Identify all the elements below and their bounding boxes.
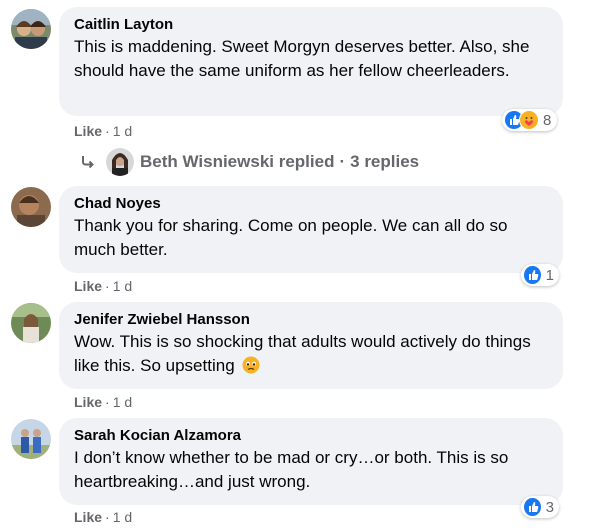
comment-bubble: Sarah Kocian Alzamora I don’t know wheth… <box>59 418 563 505</box>
like-link[interactable]: Like <box>74 509 102 525</box>
comment-bubble: Chad Noyes Thank you for sharing. Come o… <box>59 186 563 273</box>
like-link[interactable]: Like <box>74 123 102 139</box>
reply-count: 3 replies <box>350 152 420 171</box>
like-link[interactable]: Like <box>74 394 102 410</box>
like-link[interactable]: Like <box>74 278 102 294</box>
like-reaction-icon <box>523 265 542 285</box>
comment-author[interactable]: Jenifer Zwiebel Hansson <box>74 310 549 330</box>
comment-item: Caitlin Layton This is maddening. Sweet … <box>0 0 598 180</box>
comment-text: This is maddening. Sweet Morgyn deserves… <box>74 37 530 80</box>
reply-arrow-icon <box>82 156 94 169</box>
comment-author[interactable]: Sarah Kocian Alzamora <box>74 426 549 446</box>
comment-timestamp[interactable]: 1 d <box>113 123 132 139</box>
comment-item: Sarah Kocian Alzamora I don’t know wheth… <box>0 418 598 528</box>
avatar[interactable] <box>11 303 51 343</box>
comment-bubble: Jenifer Zwiebel Hansson Wow. This is so … <box>59 302 563 389</box>
avatar[interactable] <box>11 419 51 459</box>
comment-text: I don’t know whether to be mad or cry…or… <box>74 448 509 491</box>
comment-actions: Like · 1 d <box>74 394 133 410</box>
comment-author[interactable]: Chad Noyes <box>74 194 549 214</box>
comment-text: Wow. This is so shocking that adults wou… <box>74 330 549 381</box>
care-reaction-icon <box>519 110 539 130</box>
avatar[interactable] <box>11 9 51 49</box>
reaction-summary[interactable]: 1 <box>521 264 559 286</box>
comment-timestamp[interactable]: 1 d <box>113 509 132 525</box>
reaction-summary[interactable]: 8 <box>502 109 557 131</box>
comment-timestamp[interactable]: 1 d <box>113 394 132 410</box>
comment-timestamp[interactable]: 1 d <box>113 278 132 294</box>
avatar <box>106 148 134 176</box>
comment-actions: Like · 1 d <box>74 123 133 139</box>
comment-actions: Like · 1 d <box>74 278 133 294</box>
comment-actions: Like · 1 d <box>74 509 133 525</box>
separator: · <box>339 152 346 171</box>
comment-item: Jenifer Zwiebel Hansson Wow. This is so … <box>0 302 598 414</box>
reaction-count: 1 <box>545 266 554 284</box>
sad-face-emoji-icon <box>242 356 260 381</box>
reply-author: Beth Wisniewski replied <box>140 152 335 171</box>
reaction-count: 8 <box>543 111 552 129</box>
comment-item: Chad Noyes Thank you for sharing. Come o… <box>0 186 598 296</box>
comment-bubble: Caitlin Layton This is maddening. Sweet … <box>59 7 563 116</box>
like-reaction-icon <box>523 497 542 517</box>
reaction-count: 3 <box>545 498 554 516</box>
reaction-summary[interactable]: 3 <box>521 496 559 518</box>
view-replies-link[interactable]: Beth Wisniewski replied · 3 replies <box>82 148 419 176</box>
avatar[interactable] <box>11 187 51 227</box>
comment-text: Thank you for sharing. Come on people. W… <box>74 216 508 259</box>
comment-author[interactable]: Caitlin Layton <box>74 15 549 35</box>
